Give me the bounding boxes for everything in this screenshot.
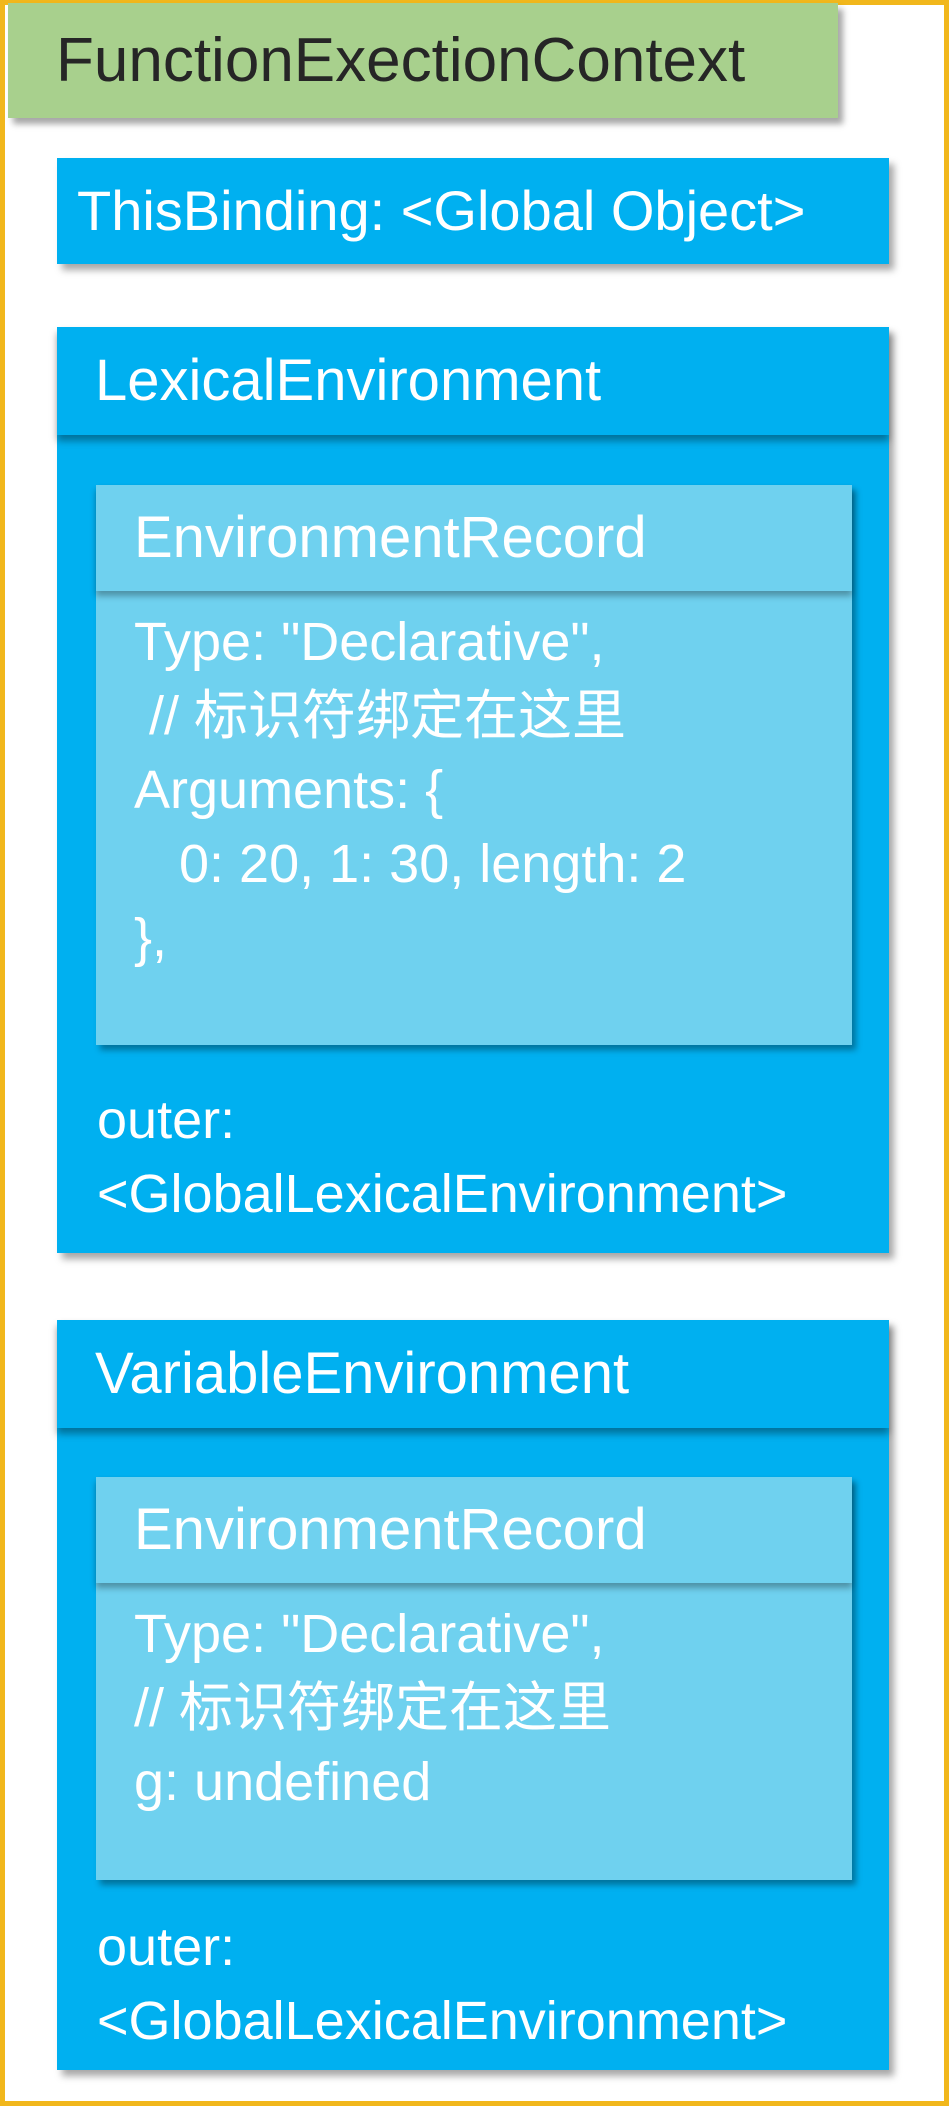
variable-environment-box: VariableEnvironment EnvironmentRecord Ty… <box>57 1320 889 2070</box>
record-line: }, <box>134 908 168 968</box>
record-line: 0: 20, 1: 30, length: 2 <box>134 834 687 894</box>
environment-record-body: Type: "Declarative", // 标识符绑定在这里 Argumen… <box>134 605 834 975</box>
lexical-environment-record: EnvironmentRecord Type: "Declarative", /… <box>96 485 852 1045</box>
outer-label: outer: <box>97 1090 236 1150</box>
variable-environment-record: EnvironmentRecord Type: "Declarative", /… <box>96 1477 852 1880</box>
context-title: FunctionExectionContext <box>8 3 838 118</box>
outer-value: <GlobalLexicalEnvironment> <box>97 1164 788 1224</box>
lexical-environment-header: LexicalEnvironment <box>57 327 889 435</box>
lexical-environment-box: LexicalEnvironment EnvironmentRecord Typ… <box>57 327 889 1253</box>
variable-environment-outer: outer: <GlobalLexicalEnvironment> <box>97 1910 787 2058</box>
outer-value: <GlobalLexicalEnvironment> <box>97 1991 788 2051</box>
record-line: // 标识符绑定在这里 <box>134 686 627 746</box>
environment-record-body: Type: "Declarative", // 标识符绑定在这里 g: unde… <box>134 1597 834 1819</box>
environment-record-header: EnvironmentRecord <box>96 1477 852 1583</box>
record-line: g: undefined <box>134 1752 432 1812</box>
record-line: Type: "Declarative", <box>134 612 605 672</box>
record-line: // 标识符绑定在这里 <box>134 1678 612 1738</box>
variable-environment-header: VariableEnvironment <box>57 1320 889 1428</box>
environment-record-header: EnvironmentRecord <box>96 485 852 591</box>
record-line: Type: "Declarative", <box>134 1604 605 1664</box>
lexical-environment-outer: outer: <GlobalLexicalEnvironment> <box>97 1083 787 1231</box>
outer-label: outer: <box>97 1917 236 1977</box>
this-binding-box: ThisBinding: <Global Object> <box>57 158 889 264</box>
record-line: Arguments: { <box>134 760 444 820</box>
